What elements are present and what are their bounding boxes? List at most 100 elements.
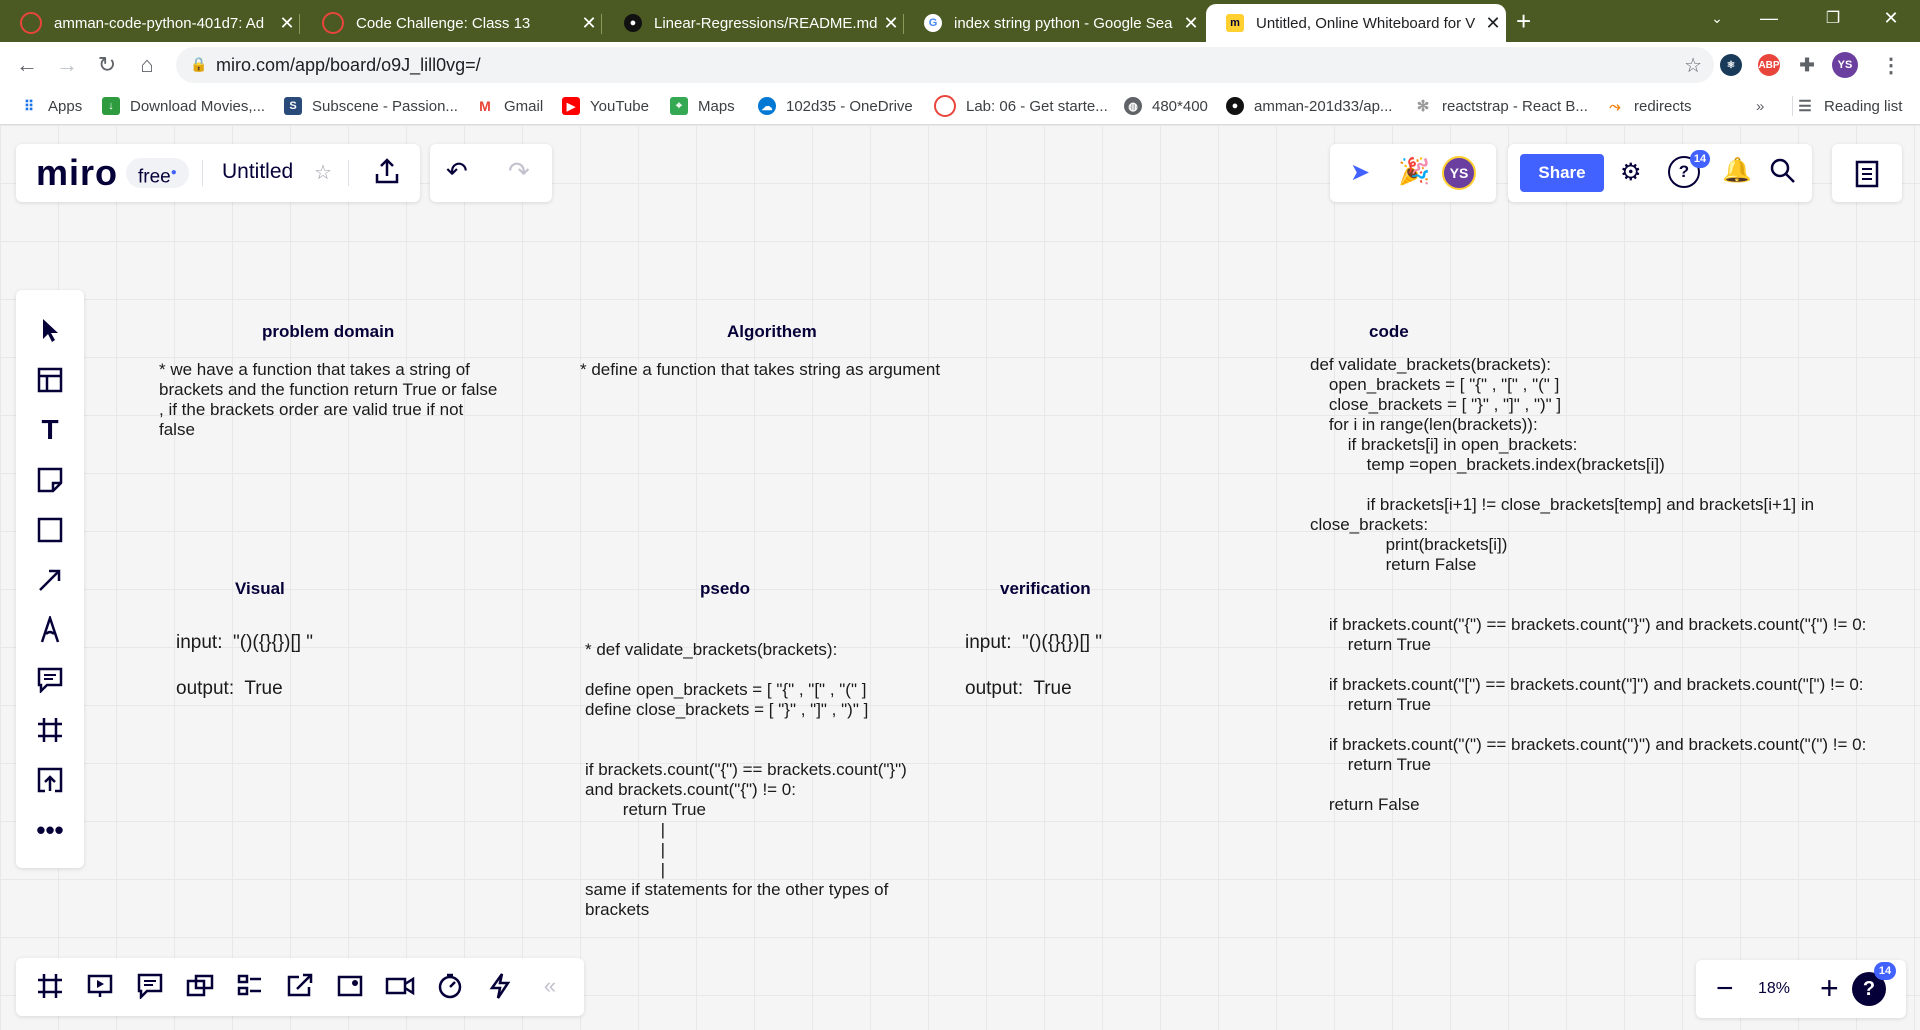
close-window-icon[interactable]: ✕ — [1868, 0, 1914, 36]
notifications-bell-icon[interactable]: 🔔 — [1722, 156, 1752, 185]
browser-tab[interactable]: amman-code-python-401d7: Ad ✕ — [0, 4, 300, 42]
close-tab-icon[interactable]: ✕ — [274, 13, 300, 34]
favorite-star-icon[interactable]: ☆ — [314, 160, 332, 185]
browser-tab[interactable]: ● Linear-Regressions/README.md ✕ — [604, 4, 904, 42]
user-avatar[interactable]: YS — [1442, 156, 1476, 190]
bookmark-item[interactable]: ◍ 480*400 — [1124, 96, 1208, 116]
bookmark-item[interactable]: ☁ 102d35 - OneDrive — [758, 96, 913, 116]
text-icon[interactable]: T — [34, 414, 66, 446]
screen-share-icon[interactable] — [284, 970, 316, 1002]
connection-line-icon[interactable] — [34, 564, 66, 596]
pseudo-heading[interactable]: psedo — [700, 579, 750, 599]
verification-heading[interactable]: verification — [1000, 579, 1091, 599]
timer-icon[interactable] — [434, 970, 466, 1002]
reading-list-button[interactable]: ☰ Reading list — [1796, 96, 1902, 116]
visual-heading[interactable]: Visual — [235, 579, 285, 599]
bookmark-item[interactable]: M Gmail — [476, 96, 543, 116]
minimize-icon[interactable]: — — [1746, 0, 1792, 36]
cursor-icon[interactable] — [34, 314, 66, 346]
chrome-menu-icon[interactable]: ⋮ — [1880, 54, 1902, 77]
pen-icon[interactable] — [34, 614, 66, 646]
more-icon[interactable]: ••• — [34, 814, 66, 846]
algorithm-text[interactable]: * define a function that takes string as… — [580, 360, 940, 380]
verification-input[interactable]: input: "()({}{})[] " — [965, 633, 1102, 653]
bookmark-item[interactable]: ⤳ redirects — [1606, 96, 1691, 116]
verification-output[interactable]: output: True — [965, 679, 1072, 699]
browser-tab[interactable]: G index string python - Google Sea ✕ — [904, 4, 1204, 42]
reload-icon[interactable]: ↻ — [92, 50, 122, 80]
collapse-toolbar-button[interactable]: « — [534, 970, 566, 1002]
adblock-icon[interactable]: ABP — [1758, 54, 1780, 76]
problem-domain-heading[interactable]: problem domain — [262, 322, 394, 342]
close-tab-icon[interactable]: ✕ — [1178, 13, 1204, 34]
bookmark-item[interactable]: ⌖ Maps — [670, 96, 735, 116]
card-icon[interactable] — [234, 970, 266, 1002]
new-tab-button[interactable]: + — [1516, 6, 1531, 37]
tab-search-icon[interactable]: ⌄ — [1694, 0, 1740, 36]
zoom-out-icon[interactable]: − — [1716, 972, 1734, 1006]
code-text[interactable]: def validate_brackets(brackets): open_br… — [1310, 355, 1866, 815]
browser-tab-active[interactable]: m Untitled, Online Whiteboard for V ✕ — [1206, 4, 1506, 42]
frames-icon[interactable] — [34, 970, 66, 1002]
miro-logo[interactable]: miro — [36, 152, 118, 194]
comment-icon[interactable] — [34, 664, 66, 696]
visual-output[interactable]: output: True — [176, 679, 283, 699]
sticky-note-icon[interactable] — [34, 464, 66, 496]
subscene-icon: S — [284, 97, 302, 115]
bookmark-item[interactable]: ▶ YouTube — [562, 96, 649, 116]
follow-cursor-icon[interactable]: ➤ — [1350, 158, 1370, 187]
bookmark-item[interactable]: ✻ reactstrap - React B... — [1414, 96, 1588, 116]
comments-list-icon[interactable] — [134, 970, 166, 1002]
bookmark-star-icon[interactable]: ☆ — [1684, 53, 1702, 78]
video-icon[interactable] — [384, 970, 416, 1002]
algorithm-heading[interactable]: Algorithem — [727, 322, 817, 342]
zoom-level[interactable]: 18% — [1758, 980, 1790, 998]
close-tab-icon[interactable]: ✕ — [878, 13, 904, 34]
pseudo-text[interactable]: * def validate_brackets(brackets): defin… — [585, 640, 907, 920]
bookmark-item[interactable]: ⠿ Apps — [20, 96, 82, 116]
bookmark-item[interactable]: ● amman-201d33/ap... — [1226, 96, 1392, 116]
github-icon: ● — [624, 14, 642, 32]
close-tab-icon[interactable]: ✕ — [576, 13, 602, 34]
code-heading[interactable]: code — [1369, 322, 1409, 342]
back-icon[interactable]: ← — [12, 50, 42, 80]
plan-badge[interactable]: free● — [126, 158, 189, 188]
settings-sliders-icon[interactable]: ⚙ — [1620, 158, 1642, 187]
miro-icon: m — [1226, 14, 1244, 32]
bookmark-label: Subscene - Passion... — [312, 97, 458, 115]
bookmark-item[interactable]: S Subscene - Passion... — [284, 96, 458, 116]
home-icon[interactable]: ⌂ — [132, 50, 162, 80]
board-menu-icon[interactable] — [1854, 160, 1880, 188]
bookmark-item[interactable]: Lab: 06 - Get starte... — [934, 95, 1108, 117]
profile-avatar[interactable]: YS — [1832, 52, 1858, 78]
video-chat-icon[interactable] — [184, 970, 216, 1002]
problem-domain-text[interactable]: * we have a function that takes a string… — [159, 360, 497, 440]
templates-icon[interactable] — [34, 364, 66, 396]
more-bookmarks-button[interactable]: » — [1756, 96, 1764, 116]
frame-icon[interactable] — [34, 714, 66, 746]
browser-tab[interactable]: Code Challenge: Class 13 ✕ — [302, 4, 602, 42]
extensions-icon[interactable]: ✚ — [1796, 54, 1818, 76]
upload-icon[interactable] — [34, 764, 66, 796]
search-icon[interactable] — [1768, 156, 1798, 186]
board-header-panel: miro free● Untitled ☆ — [16, 144, 420, 202]
address-bar[interactable]: 🔒 miro.com/app/board/o9J_lill0vg=/ ☆ — [176, 47, 1714, 83]
board-title[interactable]: Untitled — [222, 160, 293, 184]
react-devtools-icon[interactable]: ⚛ — [1720, 54, 1742, 76]
bookmark-item[interactable]: ↓ Download Movies,... — [102, 96, 265, 116]
visual-input[interactable]: input: "()({}{})[] " — [176, 633, 313, 653]
shape-icon[interactable] — [34, 514, 66, 546]
zoom-in-icon[interactable]: + — [1820, 970, 1839, 1007]
redo-icon[interactable]: ↷ — [508, 156, 530, 187]
close-tab-icon[interactable]: ✕ — [1480, 13, 1506, 34]
export-icon[interactable] — [370, 154, 404, 190]
presentation-icon[interactable] — [84, 970, 116, 1002]
lightning-icon[interactable] — [484, 970, 516, 1002]
forward-icon[interactable]: → — [52, 50, 82, 80]
celebrate-icon[interactable]: 🎉 — [1398, 156, 1430, 187]
youtube-icon: ▶ — [562, 97, 580, 115]
undo-icon[interactable]: ↶ — [446, 156, 468, 187]
share-button[interactable]: Share — [1520, 154, 1604, 192]
restore-icon[interactable]: ❐ — [1810, 0, 1856, 36]
board-icon[interactable] — [334, 970, 366, 1002]
